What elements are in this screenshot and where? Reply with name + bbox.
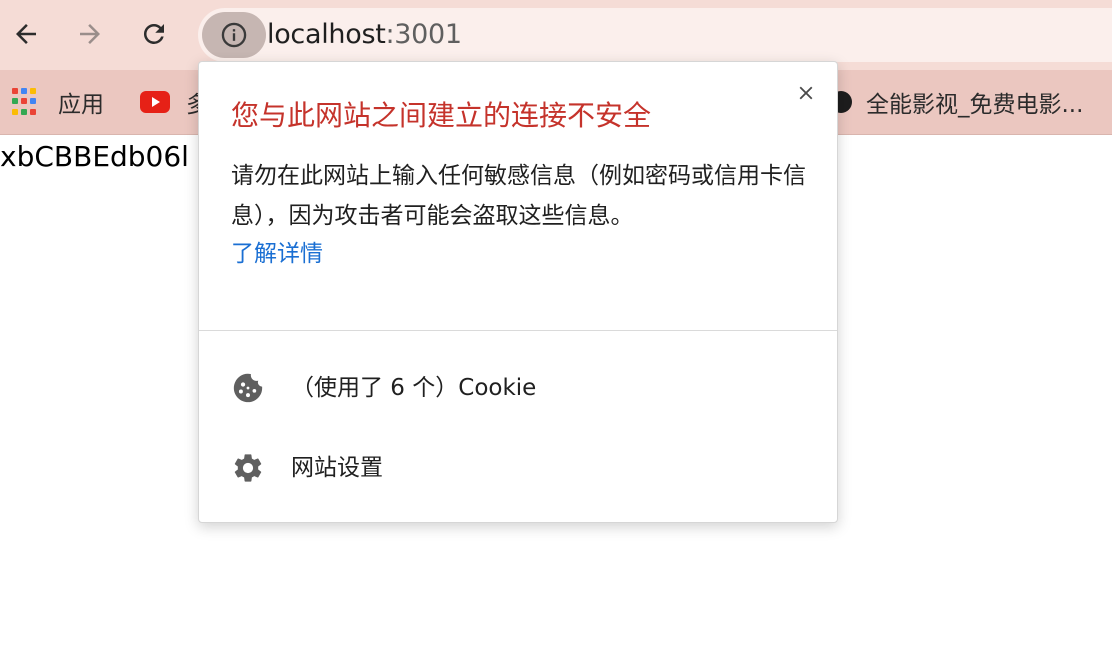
bookmark-label: 全能影视_免费电影...: [866, 92, 1084, 118]
cookies-row[interactable]: （使用了 6 个）Cookie: [199, 358, 837, 418]
arrow-right-icon: [80, 24, 100, 44]
learn-more-link[interactable]: 了解详情: [231, 234, 323, 274]
popup-title: 您与此网站之间建立的连接不安全: [231, 99, 652, 132]
site-settings-label: 网站设置: [291, 455, 383, 481]
reload-icon: [143, 23, 164, 44]
gear-icon: [234, 454, 262, 482]
bookmark-label: 应用: [58, 92, 104, 118]
youtube-icon: [140, 91, 170, 113]
divider: [199, 330, 837, 331]
forward-button[interactable]: [68, 12, 112, 56]
cookie-icon: [233, 373, 263, 403]
page-body-text: xbCBBEdb06l: [0, 140, 189, 173]
url-text[interactable]: localhost:3001: [267, 17, 462, 53]
close-button[interactable]: [791, 78, 821, 108]
browser-toolbar: localhost:3001: [0, 0, 1112, 70]
cookies-label: （使用了 6 个）Cookie: [291, 375, 537, 401]
info-icon: [221, 22, 247, 48]
bookmark-apps[interactable]: 应用: [12, 86, 104, 118]
arrow-left-icon: [16, 24, 36, 44]
reload-button[interactable]: [132, 12, 176, 56]
site-settings-row[interactable]: 网站设置: [199, 438, 837, 498]
site-info-popup: 您与此网站之间建立的连接不安全 请勿在此网站上输入任何敏感信息（例如密码或信用卡…: [198, 61, 838, 523]
url-port: :3001: [385, 19, 463, 50]
close-icon: [799, 86, 813, 100]
url-host: localhost: [267, 19, 386, 50]
popup-description: 请勿在此网站上输入任何敏感信息（例如密码或信用卡信息），因为攻击者可能会盗取这些…: [231, 163, 806, 229]
bookmark-site[interactable]: 全能影视_免费电影...: [830, 86, 1083, 118]
site-info-button[interactable]: [202, 12, 266, 58]
back-button[interactable]: [4, 12, 48, 56]
apps-grid-icon: [12, 88, 40, 116]
